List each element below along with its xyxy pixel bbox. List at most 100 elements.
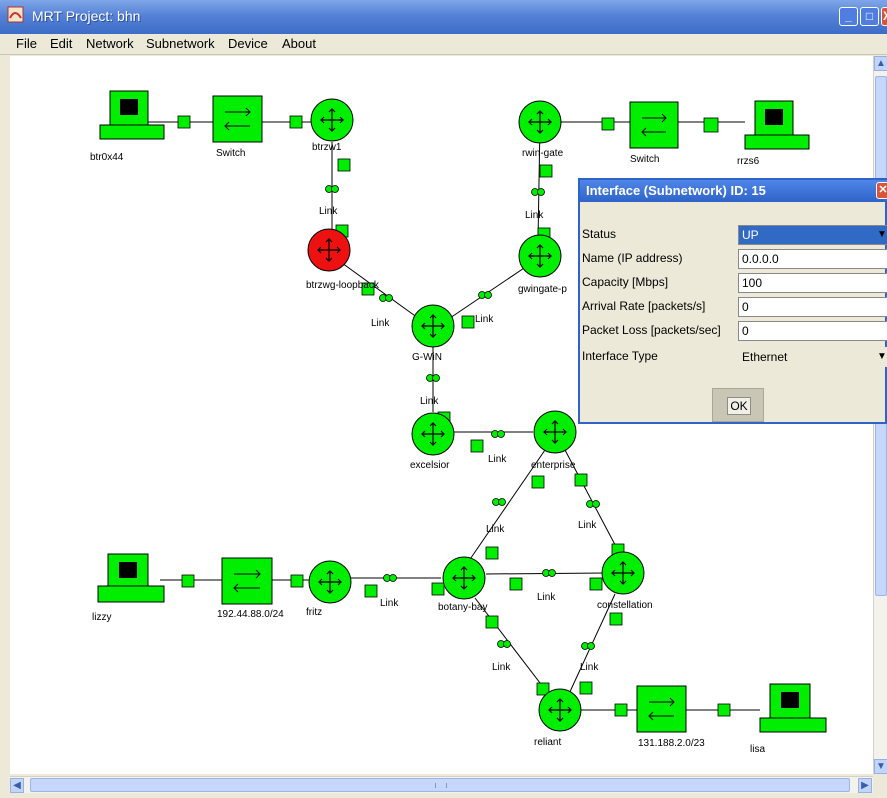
label-constellation: constellation <box>597 600 653 611</box>
dialog-title-bar: Interface (Subnetwork) ID: 15 ✕ <box>580 180 887 202</box>
dialog-close-button[interactable]: ✕ <box>876 182 887 199</box>
link-label: Link <box>371 318 390 329</box>
subnet-131-188-2[interactable] <box>636 685 687 733</box>
capacity-input[interactable]: 100 <box>738 273 887 293</box>
interface-square <box>177 115 191 129</box>
field-packet-loss: Packet Loss [packets/sec] 0 <box>580 320 887 342</box>
label-switch2: Switch <box>630 154 659 165</box>
window-title: MRT Project: bhn <box>32 8 141 24</box>
interface-square <box>589 577 603 591</box>
arrival-rate-input[interactable]: 0 <box>738 297 887 317</box>
router-enterprise[interactable] <box>533 410 577 454</box>
maximize-button[interactable]: □ <box>860 7 879 26</box>
field-label: Name (IP address) <box>582 251 683 265</box>
link-label: Link <box>475 314 494 325</box>
computer-rrzs6[interactable] <box>744 100 810 150</box>
router-excelsior[interactable] <box>411 412 455 456</box>
window-border <box>0 56 10 792</box>
router-g-win[interactable] <box>411 304 455 348</box>
field-capacity: Capacity [Mbps] 100 <box>580 272 887 294</box>
packet-loss-input[interactable]: 0 <box>738 321 887 341</box>
menu-subnetwork[interactable]: Subnetwork <box>146 36 215 51</box>
label-g-win: G-WiN <box>412 352 442 363</box>
router-botany-bay[interactable] <box>442 556 486 600</box>
link-label: Link <box>486 524 505 535</box>
link-label: Link <box>492 662 511 673</box>
subnet-192-44-88[interactable] <box>221 557 273 605</box>
computer-lisa[interactable] <box>759 683 827 733</box>
router-rwin-gate[interactable] <box>518 100 562 144</box>
interface-square <box>614 703 628 717</box>
label-rwin-gate: rwin-gate <box>522 148 564 159</box>
field-label: Capacity [Mbps] <box>582 275 669 289</box>
switch-rwin[interactable] <box>629 101 679 149</box>
label-reliant: reliant <box>534 737 561 748</box>
dialog-title: Interface (Subnetwork) ID: 15 <box>586 183 766 198</box>
scroll-right-icon[interactable]: ▶ <box>858 778 872 793</box>
link-label: Link <box>319 206 338 217</box>
router-constellation[interactable] <box>601 551 645 595</box>
field-interface-type: Interface Type Ethernet ▼ <box>580 346 887 368</box>
scroll-up-icon[interactable]: ▲ <box>874 56 887 71</box>
interface-square <box>485 546 499 560</box>
label-subnet-131: 131.188.2.0/23 <box>638 738 705 749</box>
label-switch1: Switch <box>216 148 245 159</box>
menu-edit[interactable]: Edit <box>50 36 72 51</box>
link-label: Link <box>525 210 544 221</box>
grip-icon <box>435 783 447 788</box>
interface-square <box>539 164 553 178</box>
interface-square <box>485 615 499 629</box>
router-gwingate-p[interactable] <box>518 234 562 278</box>
interface-square <box>337 158 351 172</box>
router-fritz[interactable] <box>308 560 352 604</box>
label-rrzs6: rrzs6 <box>737 156 760 167</box>
minimize-button[interactable]: _ <box>839 7 858 26</box>
horizontal-scroll-thumb[interactable] <box>30 778 850 792</box>
interface-square <box>717 703 731 717</box>
link-label: Link <box>578 520 597 531</box>
chevron-down-icon[interactable]: ▼ <box>876 226 887 244</box>
label-excelsior: excelsior <box>410 460 450 471</box>
interface-square <box>181 574 195 588</box>
router-btrzw1[interactable] <box>310 98 354 142</box>
menu-about[interactable]: About <box>282 36 316 51</box>
field-status: Status UP ▼ <box>580 224 887 246</box>
chevron-down-icon[interactable]: ▼ <box>876 348 887 366</box>
scroll-down-icon[interactable]: ▼ <box>874 759 887 774</box>
field-arrival-rate: Arrival Rate [packets/s] 0 <box>580 296 887 318</box>
interface-dialog: Interface (Subnetwork) ID: 15 ✕ Status U… <box>578 178 887 424</box>
interface-square <box>609 612 623 626</box>
label-gwingate-p: gwingate-p <box>518 284 567 295</box>
interface-square <box>470 439 484 453</box>
ip-address-input[interactable]: 0.0.0.0 <box>738 249 887 269</box>
interface-square <box>601 117 615 131</box>
router-reliant[interactable] <box>538 688 582 732</box>
computer-btr0x44[interactable] <box>99 90 165 140</box>
menu-network[interactable]: Network <box>86 36 134 51</box>
ok-button-frame: OK <box>712 388 764 422</box>
label-enterprise: enterprise <box>531 460 576 471</box>
interface-square <box>574 473 588 487</box>
computer-lizzy[interactable] <box>97 553 165 603</box>
router-btrzwg-loopback[interactable] <box>307 228 351 272</box>
switch-btr[interactable] <box>212 95 263 143</box>
link-label: Link <box>488 454 507 465</box>
link-label: Link <box>537 592 556 603</box>
interface-square <box>364 584 378 598</box>
menu-device[interactable]: Device <box>228 36 268 51</box>
field-label: Packet Loss [packets/sec] <box>582 323 721 337</box>
interface-square <box>509 577 523 591</box>
ok-button[interactable]: OK <box>727 397 751 415</box>
menu-bar: File Edit Network Subnetwork Device Abou… <box>0 34 887 55</box>
field-label: Interface Type <box>582 349 658 363</box>
link-label: Link <box>380 598 399 609</box>
menu-file[interactable]: File <box>16 36 37 51</box>
label-btrzw1: btrzw1 <box>312 142 342 153</box>
horizontal-scrollbar[interactable]: ◀ ▶ <box>10 776 873 793</box>
interface-type-select[interactable]: Ethernet <box>738 347 887 367</box>
label-botany-bay: botany-bay <box>438 602 487 613</box>
scroll-left-icon[interactable]: ◀ <box>10 778 24 793</box>
label-subnet-192: 192.44.88.0/24 <box>217 609 284 620</box>
close-button[interactable]: X <box>881 7 887 26</box>
status-select[interactable]: UP <box>738 225 887 245</box>
